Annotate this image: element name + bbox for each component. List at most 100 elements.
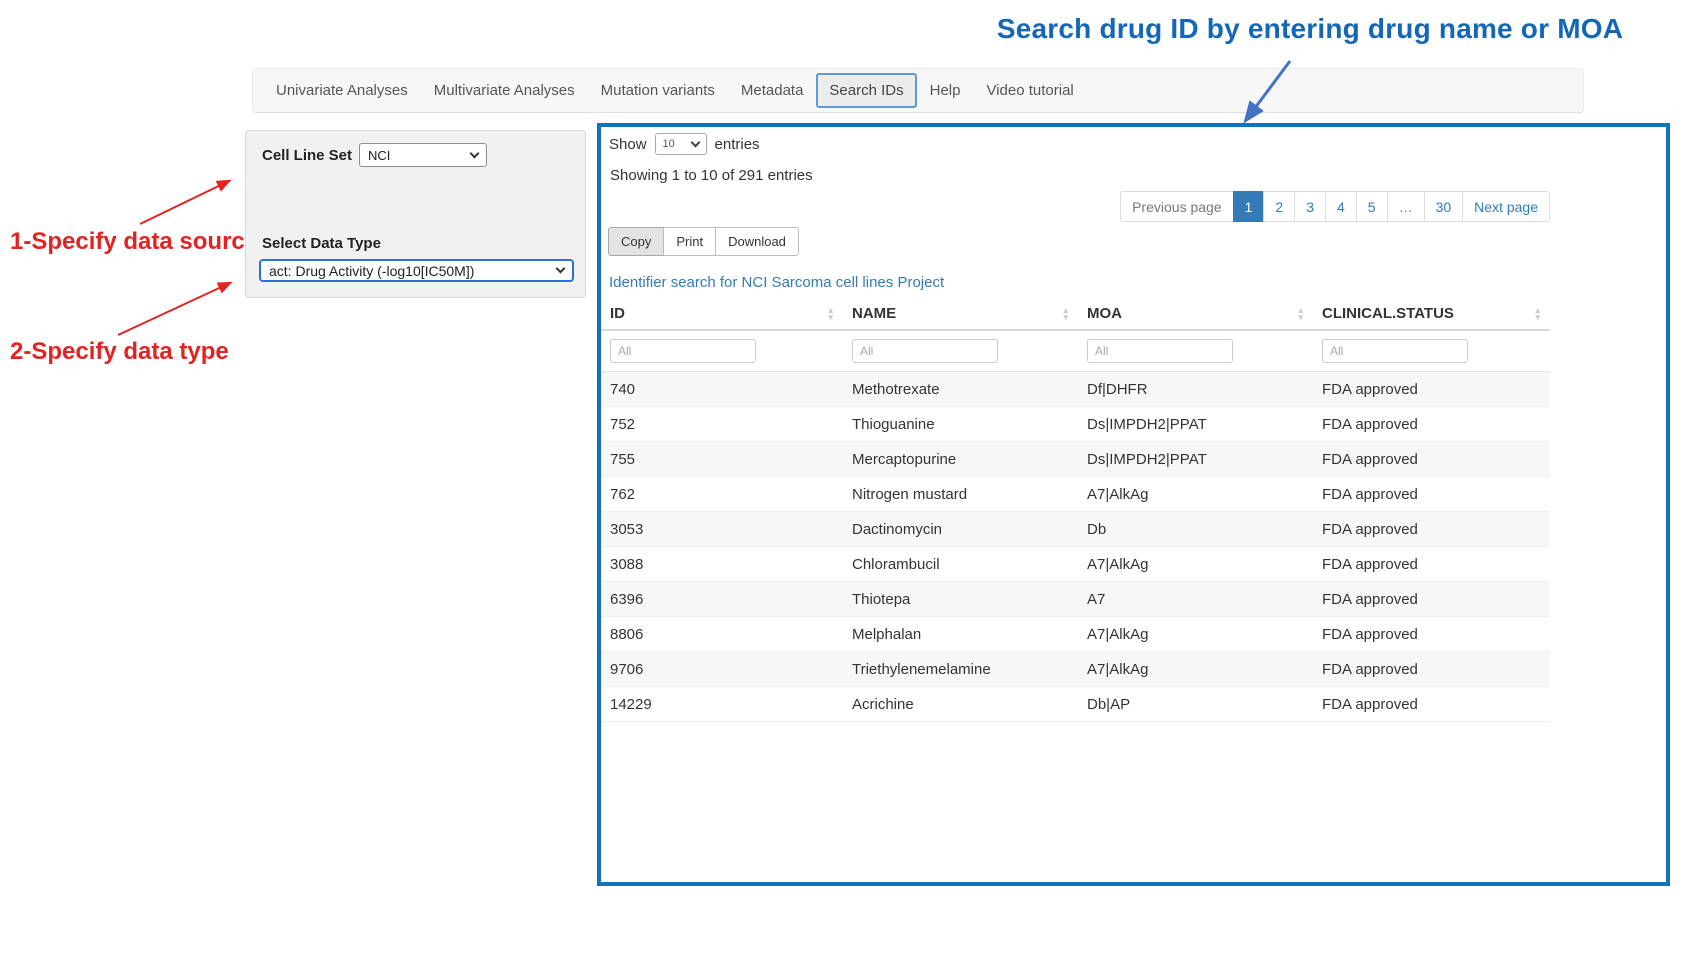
sort-down-arrow: ▾ xyxy=(1535,314,1540,321)
table-row[interactable]: 6396ThiotepaA7FDA approved xyxy=(601,582,1550,617)
cell-name: Triethylenemelamine xyxy=(843,661,1078,678)
page-length-select[interactable]: 10 xyxy=(655,133,707,155)
cell-moa: A7|AlkAg xyxy=(1078,486,1313,503)
search-ids-panel: Show 10 entries Showing 1 to 10 of 291 e… xyxy=(597,123,1670,886)
page-button-2[interactable]: 2 xyxy=(1263,191,1295,222)
export-button-group: CopyPrintDownload xyxy=(609,227,799,256)
data-type-label: Select Data Type xyxy=(262,235,381,252)
table-row[interactable]: 3053DactinomycinDbFDA approved xyxy=(601,512,1550,547)
copy-button[interactable]: Copy xyxy=(608,227,664,256)
results-table: ID▴▾NAME▴▾ MOA ▴▾ CLINICAL.STATUS ▴▾ 740Meth… xyxy=(601,297,1550,722)
cell-name: Melphalan xyxy=(843,626,1078,643)
column-header-id[interactable]: ID▴▾ xyxy=(601,297,843,329)
page-button-5[interactable]: 5 xyxy=(1356,191,1388,222)
cell-id: 755 xyxy=(601,451,843,468)
next-page-button[interactable]: Next page xyxy=(1462,191,1550,222)
cell-moa: A7 xyxy=(1078,591,1313,608)
control-panel: Cell Line Set NCI Select Data Type act: … xyxy=(245,130,586,298)
table-row[interactable]: 14229AcrichineDb|APFDA approved xyxy=(601,687,1550,722)
table-row[interactable]: 762Nitrogen mustardA7|AlkAgFDA approved xyxy=(601,477,1550,512)
print-button[interactable]: Print xyxy=(663,227,716,256)
table-row[interactable]: 755MercaptopurineDs|IMPDH2|PPATFDA appro… xyxy=(601,442,1550,477)
cell-line-set-label: Cell Line Set xyxy=(262,147,352,164)
page-button-4[interactable]: 4 xyxy=(1325,191,1357,222)
cell-name: Acrichine xyxy=(843,696,1078,713)
cell-clinical-status: FDA approved xyxy=(1313,696,1550,713)
show-label: Show xyxy=(609,136,647,153)
cell-moa: A7|AlkAg xyxy=(1078,556,1313,573)
table-row[interactable]: 3088ChlorambucilA7|AlkAgFDA approved xyxy=(601,547,1550,582)
cell-moa: A7|AlkAg xyxy=(1078,626,1313,643)
tab-multivariate-analyses[interactable]: Multivariate Analyses xyxy=(421,73,588,108)
filter-cell-moa xyxy=(1078,339,1313,363)
column-header-moa[interactable]: MOA ▴▾ xyxy=(1078,297,1313,329)
cell-moa: A7|AlkAg xyxy=(1078,661,1313,678)
cell-moa: Db xyxy=(1078,521,1313,538)
column-header-label: CLINICAL.STATUS xyxy=(1322,305,1454,322)
cell-id: 752 xyxy=(601,416,843,433)
filter-input-moa[interactable] xyxy=(1087,339,1233,363)
annotation-title: Search drug ID by entering drug name or … xyxy=(960,13,1660,45)
cell-line-set-row: Cell Line Set NCI xyxy=(262,143,487,167)
cell-line-set-value: NCI xyxy=(368,148,390,163)
table-summary: Showing 1 to 10 of 291 entries xyxy=(610,167,813,184)
data-type-select[interactable]: act: Drug Activity (-log10[IC50M]) xyxy=(259,259,574,282)
table-row[interactable]: 752ThioguanineDs|IMPDH2|PPATFDA approved xyxy=(601,407,1550,442)
cell-id: 740 xyxy=(601,381,843,398)
table-row[interactable]: 9706TriethylenemelamineA7|AlkAgFDA appro… xyxy=(601,652,1550,687)
cell-id: 3088 xyxy=(601,556,843,573)
red-arrow-1 xyxy=(140,181,229,224)
filter-input-id[interactable] xyxy=(610,339,756,363)
download-button[interactable]: Download xyxy=(715,227,799,256)
tab-mutation-variants[interactable]: Mutation variants xyxy=(588,73,728,108)
page-length-row: Show 10 entries xyxy=(609,133,760,155)
cell-id: 6396 xyxy=(601,591,843,608)
tab-video-tutorial[interactable]: Video tutorial xyxy=(973,73,1086,108)
cell-name: Mercaptopurine xyxy=(843,451,1078,468)
filter-input-clinical-status[interactable] xyxy=(1322,339,1468,363)
table-row[interactable]: 740MethotrexateDf|DHFRFDA approved xyxy=(601,372,1550,407)
sort-down-arrow: ▾ xyxy=(828,314,833,321)
cell-clinical-status: FDA approved xyxy=(1313,556,1550,573)
tab-help[interactable]: Help xyxy=(917,73,974,108)
sort-icon[interactable]: ▴▾ xyxy=(1298,307,1303,321)
data-type-value: act: Drug Activity (-log10[IC50M]) xyxy=(269,263,474,279)
cell-name: Methotrexate xyxy=(843,381,1078,398)
cell-moa: Db|AP xyxy=(1078,696,1313,713)
tab-search-ids[interactable]: Search IDs xyxy=(816,73,916,108)
sort-icon[interactable]: ▴▾ xyxy=(828,307,833,321)
sort-icon[interactable]: ▴▾ xyxy=(1063,307,1068,321)
chevron-down-icon xyxy=(556,264,566,274)
sort-down-arrow: ▾ xyxy=(1298,314,1303,321)
chevron-down-icon xyxy=(690,137,700,147)
tab-metadata[interactable]: Metadata xyxy=(728,73,817,108)
nav-tabs: Univariate AnalysesMultivariate Analyses… xyxy=(252,68,1584,113)
page-button-30[interactable]: 30 xyxy=(1424,191,1464,222)
table-header-row: ID▴▾NAME▴▾ MOA ▴▾ CLINICAL.STATUS ▴▾ xyxy=(601,297,1550,331)
page-button-3[interactable]: 3 xyxy=(1294,191,1326,222)
identifier-search-link[interactable]: Identifier search for NCI Sarcoma cell l… xyxy=(609,274,944,291)
column-header-name[interactable]: NAME▴▾ xyxy=(843,297,1078,329)
red-arrow-2 xyxy=(118,283,230,335)
filter-input-name[interactable] xyxy=(852,339,998,363)
cell-name: Thiotepa xyxy=(843,591,1078,608)
table-row[interactable]: 8806MelphalanA7|AlkAgFDA approved xyxy=(601,617,1550,652)
previous-page-button[interactable]: Previous page xyxy=(1120,191,1234,222)
column-header-label: MOA xyxy=(1087,305,1122,322)
cell-moa: Ds|IMPDH2|PPAT xyxy=(1078,416,1313,433)
cell-id: 9706 xyxy=(601,661,843,678)
page-button-1[interactable]: 1 xyxy=(1233,191,1265,222)
column-header-clinical-status[interactable]: CLINICAL.STATUS ▴▾ xyxy=(1313,297,1550,329)
cell-line-set-select[interactable]: NCI xyxy=(359,143,487,167)
cell-clinical-status: FDA approved xyxy=(1313,661,1550,678)
annotation-step1: 1-Specify data source xyxy=(10,228,258,256)
cell-name: Dactinomycin xyxy=(843,521,1078,538)
cell-moa: Ds|IMPDH2|PPAT xyxy=(1078,451,1313,468)
sort-icon[interactable]: ▴▾ xyxy=(1535,307,1540,321)
cell-clinical-status: FDA approved xyxy=(1313,626,1550,643)
chevron-down-icon xyxy=(470,148,480,158)
page-length-value: 10 xyxy=(663,138,675,150)
tab-univariate-analyses[interactable]: Univariate Analyses xyxy=(263,73,421,108)
pagination: Previous page12345…30Next page xyxy=(1121,191,1550,222)
table-body: 740MethotrexateDf|DHFRFDA approved752Thi… xyxy=(601,372,1550,722)
